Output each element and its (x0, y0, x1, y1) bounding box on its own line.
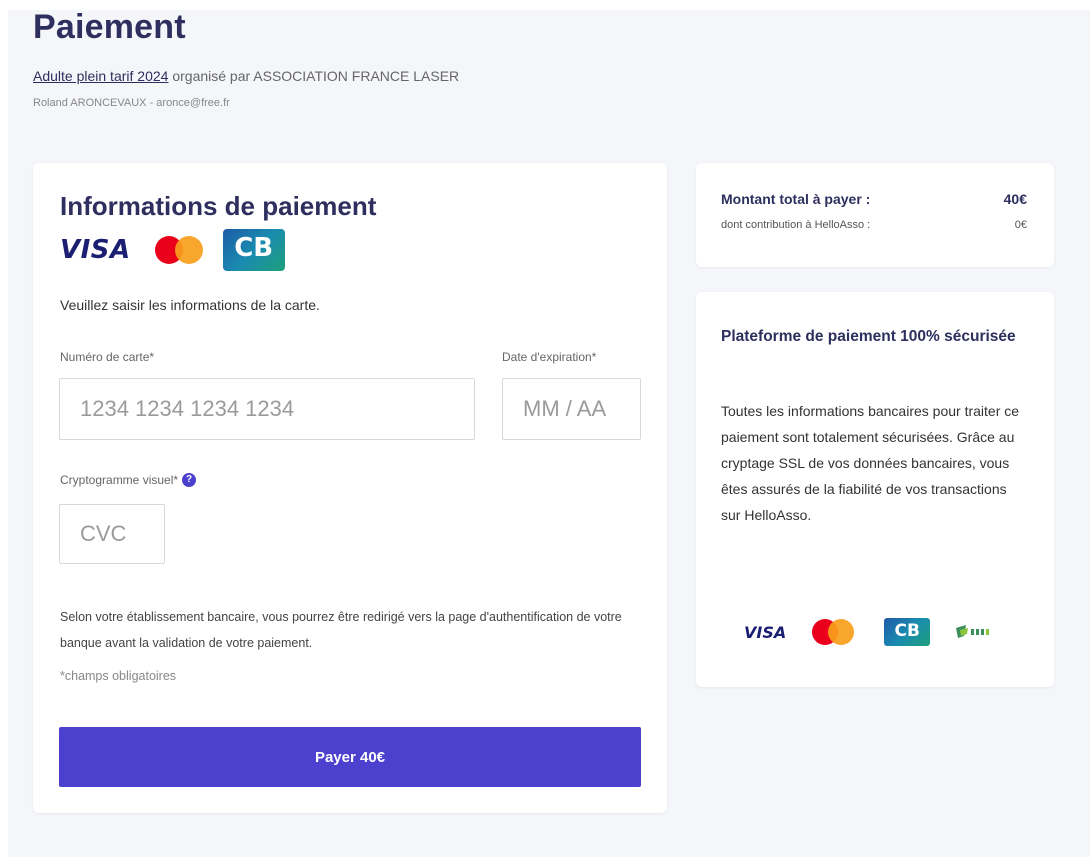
page-title: Paiement (33, 8, 186, 46)
pci-dss-icon (956, 625, 990, 638)
total-label: Montant total à payer : (721, 191, 871, 207)
contribution-value: 0€ (1014, 219, 1027, 231)
cb-icon: CB (222, 229, 285, 271)
expiry-label: Date d'expiration* (502, 350, 597, 364)
total-value: 40€ (1003, 191, 1027, 207)
card-intro-text: Veuillez saisir les informations de la c… (60, 297, 320, 313)
mastercard-icon (812, 619, 855, 645)
event-subtitle: Adulte plein tarif 2024 organisé par ASS… (33, 68, 459, 84)
required-fields-note: *champs obligatoires (60, 669, 177, 683)
card-number-label: Numéro de carte* (60, 350, 155, 364)
total-row: Montant total à payer : 40€ (721, 191, 1027, 207)
event-link[interactable]: Adulte plein tarif 2024 (33, 68, 168, 84)
contribution-label: dont contribution à HelloAsso : (721, 219, 871, 231)
total-summary-card: Montant total à payer : 40€ dont contrib… (696, 163, 1054, 267)
expiry-input[interactable]: MM / AA (502, 378, 641, 440)
contribution-row: dont contribution à HelloAsso : 0€ (721, 219, 1027, 231)
cb-icon: CB (884, 618, 931, 646)
security-info-card: Plateforme de paiement 100% sécurisée To… (696, 292, 1054, 687)
visa-icon: VISA (60, 235, 131, 265)
mastercard-icon (154, 236, 203, 264)
security-text: Toutes les informations bancaires pour t… (721, 403, 1020, 523)
payment-info-title: Informations de paiement (60, 191, 377, 221)
card-number-input[interactable]: 1234 1234 1234 1234 (59, 378, 475, 440)
organizer-text: organisé par ASSOCIATION FRANCE LASER (172, 68, 460, 84)
user-info: Roland ARONCEVAUX - aronce@free.fr (33, 97, 230, 109)
security-logos: VISA CB (744, 617, 998, 647)
cvc-input[interactable]: CVC (59, 504, 165, 564)
security-title: Plateforme de paiement 100% sécurisée (721, 328, 1016, 345)
bank-redirect-notice: Selon votre établissement bancaire, vous… (60, 610, 622, 650)
help-icon[interactable]: ? (182, 473, 197, 487)
cvc-label-row: Cryptogramme visuel* ? (60, 473, 197, 487)
card-brand-logos: VISA CB (60, 229, 285, 271)
visa-icon: VISA (744, 622, 787, 642)
cvc-label: Cryptogramme visuel* (60, 473, 179, 487)
payment-form-card: Informations de paiement VISA CB Veuille… (33, 163, 667, 813)
pay-button[interactable]: Payer 40€ (59, 727, 641, 787)
